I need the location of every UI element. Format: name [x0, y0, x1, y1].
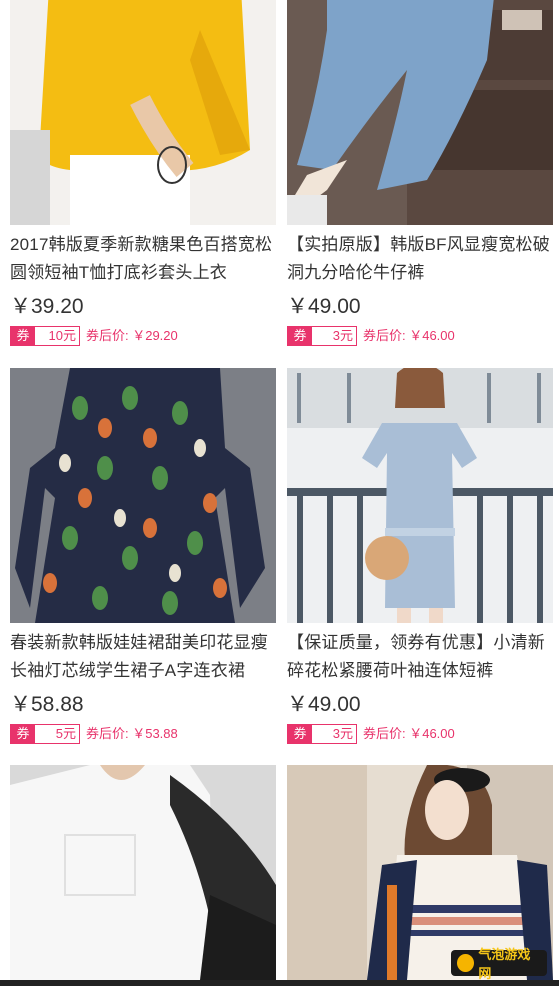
coupon-amount: 5元 — [55, 726, 76, 741]
product-card[interactable] — [10, 765, 276, 980]
coupon-badge[interactable]: 券 10元 — [10, 326, 80, 346]
bottom-edge-bar — [0, 980, 559, 986]
product-image[interactable] — [10, 0, 276, 225]
product-price: ￥49.00 — [287, 295, 361, 318]
coupon-amount: 10元 — [48, 328, 76, 343]
product-image[interactable] — [287, 0, 553, 225]
product-image[interactable] — [10, 765, 276, 980]
after-coupon-price: 券后价: ￥46.00 — [363, 726, 455, 741]
after-coupon-price: 券后价: ￥53.88 — [86, 726, 178, 741]
product-card[interactable]: 【实拍原版】韩版BF风显瘦宽松破洞九分哈伦牛仔裤 ￥49.00 券 3元 券后价… — [287, 0, 553, 347]
product-card[interactable]: 春装新款韩版娃娃裙甜美印花显瘦长袖灯芯绒学生裙子A字连衣裙 ￥58.88 券 5… — [10, 368, 276, 745]
after-coupon-price: 券后价: ￥46.00 — [363, 328, 455, 343]
product-title[interactable]: 【保证质量，领券有优惠】小清新碎花松紧腰荷叶袖连体短裤 — [287, 629, 553, 685]
coupon-row: 券 10元 券后价: ￥29.20 — [10, 325, 276, 347]
coupon-amount: 3元 — [332, 328, 353, 343]
coupon-badge[interactable]: 券 5元 — [10, 724, 80, 744]
product-price: ￥58.88 — [10, 693, 84, 716]
product-card[interactable]: 2017韩版夏季新款糖果色百搭宽松圆领短袖T恤打底衫套头上衣 ￥39.20 券 … — [10, 0, 276, 347]
coupon-tag: 券 — [288, 327, 312, 345]
coupon-row: 券 5元 券后价: ￥53.88 — [10, 723, 276, 745]
coupon-badge[interactable]: 券 3元 — [287, 326, 357, 346]
coupon-tag: 券 — [11, 327, 35, 345]
product-image[interactable] — [10, 368, 276, 623]
product-title[interactable]: 2017韩版夏季新款糖果色百搭宽松圆领短袖T恤打底衫套头上衣 — [10, 231, 276, 287]
product-image[interactable]: 气泡游戏网 — [287, 765, 553, 980]
coupon-row: 券 3元 券后价: ￥46.00 — [287, 325, 553, 347]
coupon-badge[interactable]: 券 3元 — [287, 724, 357, 744]
product-card[interactable]: 【保证质量，领券有优惠】小清新碎花松紧腰荷叶袖连体短裤 ￥49.00 券 3元 … — [287, 368, 553, 745]
coupon-amount: 3元 — [332, 726, 353, 741]
product-card[interactable]: 气泡游戏网 — [287, 765, 553, 980]
coupon-tag: 券 — [288, 725, 312, 743]
product-title[interactable]: 春装新款韩版娃娃裙甜美印花显瘦长袖灯芯绒学生裙子A字连衣裙 — [10, 629, 276, 685]
watermark-logo-icon — [457, 954, 475, 972]
coupon-tag: 券 — [11, 725, 35, 743]
watermark-text: 气泡游戏网 — [478, 947, 531, 980]
product-title[interactable]: 【实拍原版】韩版BF风显瘦宽松破洞九分哈伦牛仔裤 — [287, 231, 553, 287]
product-price: ￥39.20 — [10, 295, 84, 318]
watermark-badge: 气泡游戏网 — [451, 947, 547, 980]
product-price: ￥49.00 — [287, 693, 361, 716]
product-image[interactable] — [287, 368, 553, 623]
coupon-row: 券 3元 券后价: ￥46.00 — [287, 723, 553, 745]
after-coupon-price: 券后价: ￥29.20 — [86, 328, 178, 343]
